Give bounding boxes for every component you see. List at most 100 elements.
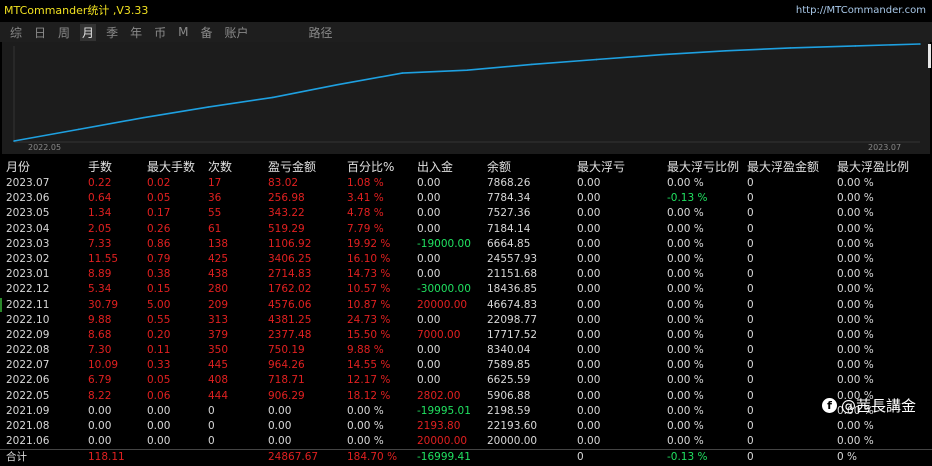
table-row-cell-10: 0 — [747, 192, 754, 205]
table-row-cell-6: 20000.00 — [417, 298, 468, 311]
table-row-cell-5: 14.55 % — [347, 359, 391, 372]
chart-scroll-handle[interactable] — [928, 44, 931, 68]
table-row-cell-3: 408 — [208, 374, 229, 387]
table-row-cell-6: 0.00 — [417, 222, 441, 235]
tab-2[interactable]: 周 — [56, 24, 72, 41]
table-row-cell-0: 2023.01 — [6, 268, 50, 281]
table-row-cell-7: 24557.93 — [487, 252, 538, 265]
table-row-cell-7: 5906.88 — [487, 389, 531, 402]
table-row-cell-0: 2023.04 — [6, 222, 50, 235]
tab-0[interactable]: 综 — [8, 24, 24, 41]
app-url-link[interactable]: http://MTCommander.com — [796, 5, 932, 16]
table-row-cell-6: 0.00 — [417, 359, 441, 372]
table-row-cell-4: 4576.06 — [268, 298, 312, 311]
tab-1[interactable]: 日 — [32, 24, 48, 41]
table-row-cell-7: 22098.77 — [487, 313, 538, 326]
table-row-cell-4: 519.29 — [268, 222, 305, 235]
table-row-cell-8: 0.00 — [577, 420, 601, 432]
table-row-cell-1: 30.79 — [88, 298, 119, 311]
table-row-cell-11: 0.00 % — [837, 177, 874, 189]
tab-7[interactable]: M — [176, 25, 190, 39]
monthly-stats-table: 月份 手数 最大手数 次数 盈亏金额 百分比% 出入金 余额 最大浮亏 最大浮亏比例 最大浮盈金额 最… — [0, 158, 932, 466]
watermark: f @茜長講金 — [822, 395, 916, 416]
table-row-cell-4: 2714.83 — [268, 268, 312, 281]
equity-point-2022.09 — [272, 96, 274, 99]
table-row: 2023.04 2.05 0.26 61 519.29 7.79 % 0.00 7184.14… — [0, 222, 932, 237]
table-row-cell-8: 0.00 — [577, 313, 601, 326]
table-row-cell-5: 4.78 % — [347, 207, 384, 220]
tab-path[interactable]: 路径 — [307, 24, 335, 41]
facebook-icon: f — [822, 398, 837, 413]
table-row-cell-1: 8.89 — [88, 268, 112, 281]
table-row: 2023.05 1.34 0.17 55 343.22 4.78 % 0.00 7527.36… — [0, 206, 932, 221]
table-header-cell-0: 月份 — [6, 160, 31, 174]
table-row-cell-3: 280 — [208, 283, 229, 296]
table-row-cell-8: 0.00 — [577, 192, 601, 205]
table-row-cell-8: 0.00 — [577, 283, 601, 296]
table-total-row-cell-5: 184.70 % — [347, 451, 398, 464]
table-row-cell-5: 3.41 % — [347, 192, 384, 205]
table-row-cell-2: 0.55 — [147, 313, 171, 326]
table-row-cell-2: 0.15 — [147, 283, 171, 296]
table-row-cell-1: 0.22 — [88, 177, 112, 189]
table-row-cell-9: 0.00 % — [667, 177, 704, 189]
title-bar: MTCommander统计 ,V3.33 http://MTCommander.… — [0, 0, 932, 20]
table-row-cell-10: 0 — [747, 283, 754, 296]
table-row-cell-6: 0.00 — [417, 252, 441, 265]
table-row-cell-3: 138 — [208, 237, 229, 250]
table-row-cell-8: 0.00 — [577, 207, 601, 220]
table-row-cell-6: 7000.00 — [417, 328, 461, 341]
table-row-cell-0: 2023.07 — [6, 177, 50, 189]
table-row-cell-8: 0.00 — [577, 237, 601, 250]
table-row-cell-1: 0.00 — [88, 420, 112, 432]
table-row-cell-8: 0.00 — [577, 177, 601, 189]
table-row-cell-4: 906.29 — [268, 389, 305, 402]
table-row: 2023.03 7.33 0.86 138 1106.92 19.92 % -19000.0… — [0, 237, 932, 252]
table-row-cell-4: 1106.92 — [268, 237, 312, 250]
table-total-row: 合计 118.11 24867.67 184.70 % -16999.41 0 -0.13 … — [0, 449, 932, 465]
table-row-cell-3: 438 — [208, 268, 229, 281]
table-row: 2022.09 8.68 0.20 379 2377.48 15.50 % 7000.00 1… — [0, 328, 932, 343]
table-row-cell-5: 7.79 % — [347, 222, 384, 235]
table-row-cell-9: 0.00 % — [667, 222, 704, 235]
table-row-cell-7: 21151.68 — [487, 268, 538, 281]
table-row-cell-5: 14.73 % — [347, 268, 391, 281]
tab-4[interactable]: 季 — [104, 24, 120, 41]
table-row-cell-4: 0.00 — [268, 420, 292, 432]
table-row-cell-3: 445 — [208, 359, 229, 372]
table-row-cell-3: 209 — [208, 298, 229, 311]
app-title: MTCommander统计 ,V3.33 — [4, 4, 149, 17]
table-row-cell-9: 0.00 % — [667, 359, 704, 372]
table-row-cell-1: 7.33 — [88, 237, 112, 250]
table-row-cell-2: 0.06 — [147, 389, 171, 402]
tab-5[interactable]: 年 — [128, 24, 144, 41]
equity-point-2023.02 — [595, 58, 598, 61]
table-row-cell-7: 18436.85 — [487, 283, 538, 296]
table-row-cell-3: 425 — [208, 252, 229, 265]
table-row-cell-9: -0.13 % — [667, 192, 708, 205]
table-row-cell-4: 718.71 — [268, 374, 305, 387]
table-row: 2022.06 6.79 0.05 408 718.71 12.17 % 0.00 6625.… — [0, 373, 932, 388]
table-row-cell-0: 2023.06 — [6, 192, 50, 205]
table-row-cell-10: 0 — [747, 177, 754, 189]
equity-point-2022.08 — [207, 106, 209, 108]
tab-9[interactable]: 账户 — [222, 24, 250, 41]
table-row-cell-0: 2022.09 — [6, 328, 50, 341]
table-row-cell-11: 0.00 % — [837, 268, 874, 281]
table-row-cell-6: 0.00 — [417, 313, 441, 326]
table-row-cell-9: 0.00 % — [667, 328, 704, 341]
table-row-cell-1: 5.34 — [88, 283, 112, 296]
table-row-cell-7: 7784.34 — [487, 192, 531, 205]
tab-3[interactable]: 月 — [80, 23, 97, 41]
tab-8[interactable]: 备 — [198, 24, 214, 41]
table-row-cell-11: 0.00 % — [837, 313, 874, 326]
table-row-cell-10: 0 — [747, 344, 754, 357]
watermark-text: @茜長講金 — [841, 397, 917, 415]
table-row-cell-10: 0 — [747, 435, 754, 448]
table-row-cell-4: 4381.25 — [268, 313, 312, 326]
table-row: 2021.06 0.00 0.00 0 0.00 0.00 % 20000.00 20000.… — [0, 434, 932, 449]
table-row-cell-2: 0.17 — [147, 207, 171, 220]
table-row: 2022.12 5.34 0.15 280 1762.02 10.57 % -30000.0… — [0, 282, 932, 297]
tab-6[interactable]: 币 — [152, 24, 168, 41]
equity-chart: 2022.05 2023.07 — [2, 42, 930, 154]
